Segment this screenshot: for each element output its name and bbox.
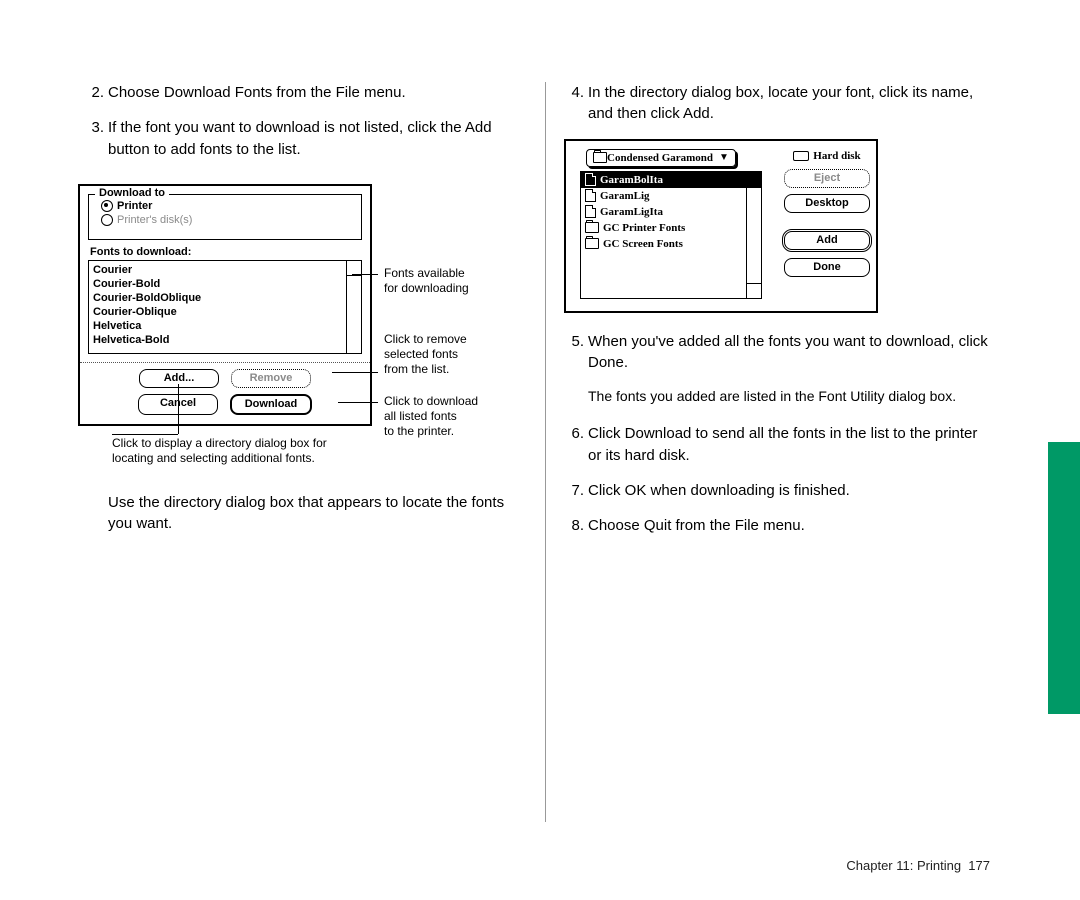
folder-icon: [585, 222, 599, 233]
scrollbar[interactable]: [746, 172, 761, 298]
annotation: Click to download: [384, 394, 478, 409]
list-item[interactable]: Helvetica-Bold: [93, 333, 357, 347]
list-item[interactable]: GaramLigIta: [581, 204, 761, 220]
figure-font-utility: Download to Printer Printer's disk(s) Fo…: [70, 174, 510, 474]
annotation: selected fonts: [384, 347, 467, 362]
column-divider: [545, 82, 546, 822]
list-item[interactable]: GC Printer Fonts: [581, 220, 761, 236]
radio-printer[interactable]: Printer: [101, 199, 361, 213]
fonts-list[interactable]: Courier Courier-Bold Courier-BoldOblique…: [88, 260, 362, 354]
done-button[interactable]: Done: [784, 258, 870, 277]
list-item[interactable]: Courier-BoldOblique: [93, 291, 357, 305]
list-item[interactable]: Courier: [93, 263, 357, 277]
step-4: 4. In the directory dialog box, locate y…: [560, 82, 990, 125]
paragraph: Use the directory dialog box that appear…: [108, 492, 510, 535]
step-7: 7. Click OK when downloading is finished…: [560, 480, 990, 501]
list-item[interactable]: GaramLig: [581, 188, 761, 204]
step-2: 2. Choose Download Fonts from the File m…: [80, 82, 510, 103]
thumb-tab: [1048, 442, 1080, 714]
step-3: 3. If the font you want to download is n…: [80, 117, 510, 160]
download-button[interactable]: Download: [230, 394, 312, 415]
figure-directory-dialog: Condensed Garamond ▼ GaramBolItaGaramLig…: [564, 139, 878, 313]
step-6: 6. Click Download to send all the fonts …: [560, 423, 990, 466]
figure-caption: Click to display a directory dialog box …: [112, 436, 412, 451]
radio-printer-disks: Printer's disk(s): [101, 213, 361, 227]
annotation: from the list.: [384, 362, 467, 377]
folder-popup[interactable]: Condensed Garamond ▼: [586, 149, 736, 167]
step-8: 8. Choose Quit from the File menu.: [560, 515, 990, 536]
document-icon: [585, 189, 596, 202]
list-item[interactable]: Helvetica: [93, 319, 357, 333]
hard-disk-icon: [793, 151, 809, 161]
folder-icon: [593, 152, 607, 163]
paragraph: The fonts you added are listed in the Fo…: [588, 387, 990, 405]
eject-button: Eject: [784, 169, 870, 188]
hard-disk-label: Hard disk: [793, 149, 860, 163]
chevron-down-icon: ▼: [719, 151, 729, 165]
list-item[interactable]: GaramBolIta: [581, 172, 761, 188]
page-footer: Chapter 11: Printing 177: [560, 858, 990, 873]
list-item[interactable]: GC Screen Fonts: [581, 236, 761, 252]
step-5: 5. When you've added all the fonts you w…: [560, 331, 990, 374]
annotation: for downloading: [384, 281, 469, 296]
annotation: Fonts available: [384, 266, 469, 281]
figure-caption: locating and selecting additional fonts.: [112, 451, 412, 466]
file-list[interactable]: GaramBolItaGaramLigGaramLigItaGC Printer…: [580, 171, 762, 299]
remove-button: Remove: [231, 369, 311, 388]
document-icon: [585, 205, 596, 218]
add-button[interactable]: Add...: [139, 369, 219, 388]
download-to-label: Download to: [95, 187, 169, 199]
folder-icon: [585, 238, 599, 249]
document-icon: [585, 173, 596, 186]
list-item[interactable]: Courier-Bold: [93, 277, 357, 291]
annotation: all listed fonts: [384, 409, 478, 424]
annotation: Click to remove: [384, 332, 467, 347]
desktop-button[interactable]: Desktop: [784, 194, 870, 213]
list-item[interactable]: Courier-Oblique: [93, 305, 357, 319]
add-button[interactable]: Add: [782, 229, 872, 252]
fonts-to-download-label: Fonts to download:: [90, 246, 370, 258]
